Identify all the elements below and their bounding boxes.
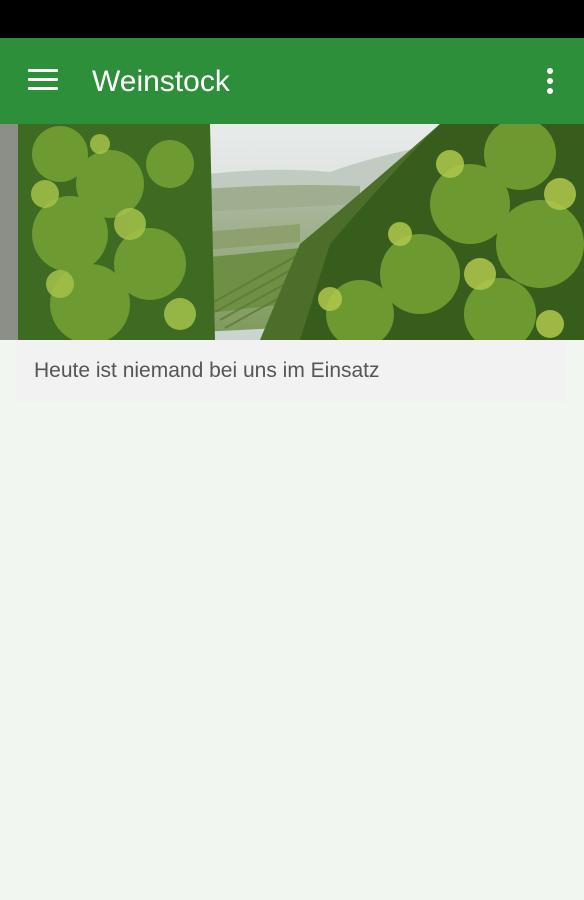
app-title: Weinstock <box>92 65 230 98</box>
status-bar <box>0 0 584 38</box>
no-deployment-message: Heute ist niemand bei uns im Einsatz <box>34 359 380 382</box>
info-card: Heute ist niemand bei uns im Einsatz <box>16 340 566 402</box>
more-vertical-icon[interactable] <box>538 66 562 96</box>
app-bar: Weinstock <box>0 38 584 124</box>
hero-vineyard-image <box>0 124 584 340</box>
hamburger-menu-icon[interactable] <box>28 69 58 91</box>
